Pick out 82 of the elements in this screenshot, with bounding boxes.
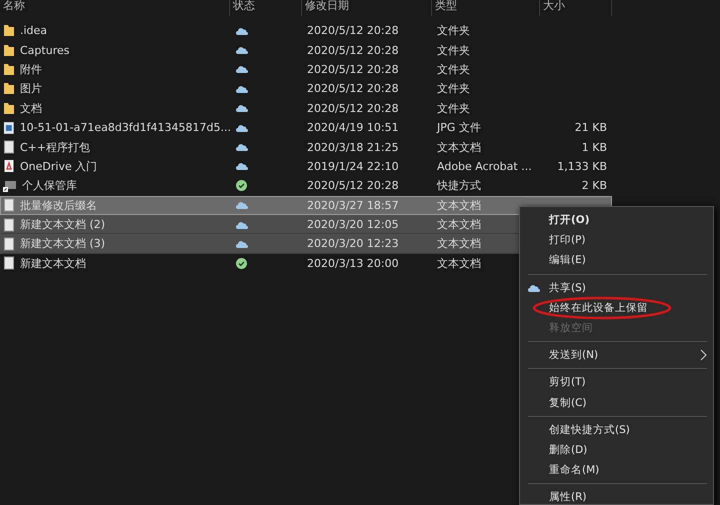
modified-date: 2020/3/20 12:05 [306,218,400,232]
file-name: 新建文本文档 (3) [20,236,106,252]
file-name: 新建文本文档 [20,256,86,271]
file-name: C++程序打包 [20,140,90,155]
file-row[interactable]: Captures 2020/5/12 20:28 文件夹 [0,40,612,60]
file-row[interactable]: C++程序打包 2020/3/18 21:25 文本文档 1 KB [0,137,612,157]
menu-item[interactable]: 始终在此设备上保留 [520,298,713,318]
file-type: 文本文档 [436,198,482,213]
file-name: 个人保管库 [22,178,77,194]
menu-item[interactable]: 属性(R) [520,487,713,505]
text-file-icon [3,140,15,154]
file-type: 快捷方式 [436,178,482,194]
file-size: 2 KB [582,179,608,192]
menu-item[interactable]: 发送到(N) [520,345,713,366]
text-file-icon [3,198,15,212]
column-header[interactable]: 名称 [0,0,230,16]
shortcut-icon [3,178,17,193]
file-type: 文本文档 [436,217,482,232]
file-row[interactable]: 图片 2020/5/12 20:28 文件夹 [0,79,612,99]
modified-date: 2020/4/19 10:51 [306,121,400,134]
text-file-icon [3,256,15,270]
file-name: Captures [20,44,70,57]
menu-item[interactable]: 创建快捷方式(S) [520,420,713,440]
modified-date: 2020/3/18 21:25 [306,140,400,154]
modified-date: 2020/5/12 20:28 [306,82,400,96]
file-type: 文件夹 [436,100,471,116]
column-header[interactable]: 大小 [540,0,612,16]
file-name: 文档 [20,100,42,116]
folder-icon [3,102,15,115]
file-row[interactable]: 10-51-01-a71ea8d3fd1f41345817d5... 2020/4/19 10:51 JPG 文件 21 KB [0,118,612,138]
selected-file-row[interactable]: 批量修改后缀名 2020/3/27 18:57 文本文档 [0,196,612,215]
modified-date: 2019/1/24 22:10 [306,160,400,173]
file-type: 文本文档 [436,140,482,155]
menu-item[interactable]: 删除(D) [520,440,713,460]
cloud-icon [528,284,540,292]
file-type: Adobe Acrobat ... [436,160,533,173]
column-header[interactable]: 修改日期 [302,0,432,16]
modified-date: 2020/5/12 20:28 [306,179,400,192]
modified-date: 2020/3/13 20:00 [306,256,400,270]
file-row[interactable]: 文档 2020/5/12 20:28 文件夹 [0,98,612,118]
modified-date: 2020/5/12 20:28 [306,24,400,38]
file-name: 批量修改后缀名 [20,198,97,213]
folder-icon [3,44,15,57]
file-row[interactable]: OneDrive 入门 2019/1/24 22:10 Adobe Acrobat ... 1,133 KB [0,156,612,176]
file-size: 21 KB [574,121,608,134]
file-row[interactable]: 个人保管库 2020/5/12 20:28 快捷方式 2 KB [0,176,612,196]
file-name: .idea [20,24,48,38]
file-row[interactable]: 附件 2020/5/12 20:28 文件夹 [0,60,612,80]
menu-item[interactable]: 重命名(M) [520,460,713,480]
menu-item[interactable]: 复制(C) [520,392,713,413]
file-type: 文本文档 [436,256,482,271]
file-type: 文本文档 [436,236,482,252]
image-file-icon [3,120,15,135]
file-name: OneDrive 入门 [20,158,98,174]
folder-icon [3,62,15,76]
file-name: 图片 [20,81,42,96]
file-row[interactable]: .idea 2020/5/12 20:28 文件夹 [0,21,612,40]
pdf-file-icon [3,159,15,174]
text-file-icon [3,236,15,251]
modified-date: 2020/5/12 20:28 [306,44,400,57]
file-name: 附件 [20,62,42,77]
modified-date: 2020/3/20 12:23 [306,237,400,250]
file-type: 文件夹 [436,23,471,38]
modified-date: 2020/5/12 20:28 [306,102,400,115]
folder-icon [3,24,15,38]
chevron-right-icon [700,349,707,362]
modified-date: 2020/5/12 20:28 [306,62,400,76]
file-name: 10-51-01-a71ea8d3fd1f41345817d5... [20,121,231,134]
file-type: 文件夹 [436,81,471,96]
file-name: 新建文本文档 (2) [20,217,106,232]
file-type: 文件夹 [436,42,471,58]
text-file-icon [3,218,15,232]
folder-icon [3,82,15,96]
column-header[interactable]: 状态 [230,0,302,16]
file-type: 文件夹 [436,62,471,77]
file-size: 1 KB [582,140,608,154]
file-size: 1,133 KB [557,160,608,173]
modified-date: 2020/3/27 18:57 [306,198,400,212]
menu-item[interactable]: 剪切(T) [520,372,713,392]
file-type: JPG 文件 [436,120,482,136]
menu-item[interactable]: 共享(S) [520,278,713,298]
column-header[interactable]: 类型 [432,0,540,16]
